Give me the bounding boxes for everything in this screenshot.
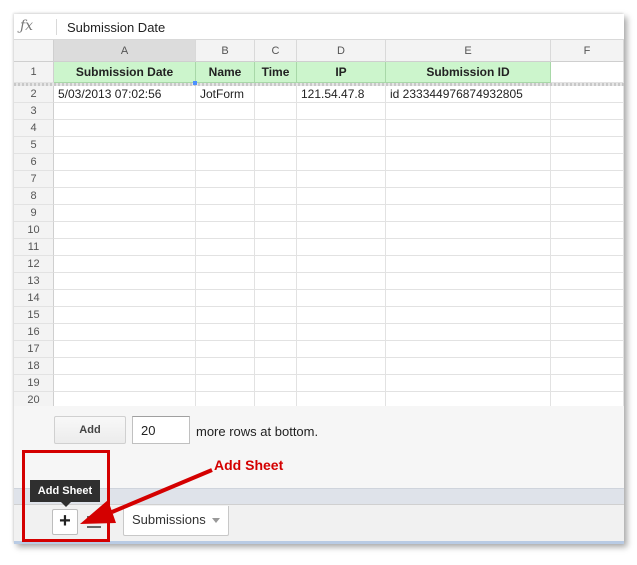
annotation-arrow-icon — [80, 468, 213, 524]
